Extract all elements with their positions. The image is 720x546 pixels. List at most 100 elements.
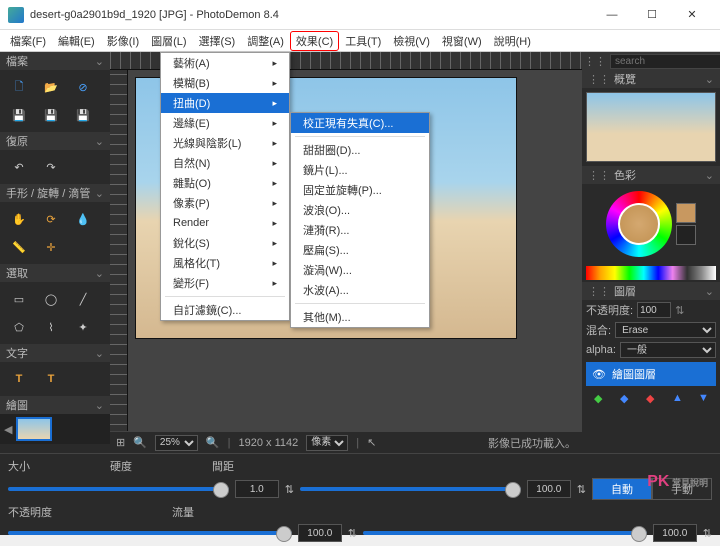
open-icon[interactable]: 📂 [36,74,66,100]
eyedropper-icon[interactable]: 💧 [68,206,98,232]
close-file-icon[interactable]: ⊘ [68,74,98,100]
new-icon[interactable]: 🗋 [4,74,34,100]
undo-icon[interactable]: ↶ [4,154,34,180]
menu-8[interactable]: 檢視(V) [387,31,436,51]
size-slider[interactable] [8,487,229,491]
panel-file[interactable]: 檔案⌄ [0,52,110,70]
effects-item[interactable]: 像素(P)▸ [161,193,289,213]
effects-item[interactable]: 光線與陰影(L)▸ [161,133,289,153]
layer-up-icon[interactable]: ▲ [672,392,690,410]
color-palette[interactable] [586,266,716,280]
wand-icon[interactable]: ✦ [68,314,98,340]
flow-slider[interactable] [363,531,647,535]
panel-draw[interactable]: 繪圖⌄ [0,396,110,414]
menu-4[interactable]: 選擇(S) [193,31,242,51]
fit-icon[interactable]: ⊞ [116,436,125,449]
lasso-icon[interactable]: ⌇ [36,314,66,340]
preview-thumbnail[interactable] [586,92,716,162]
unit-select[interactable]: 像素 [306,435,348,451]
menu-5[interactable]: 調整(A) [241,31,290,51]
minimize-button[interactable]: — [592,1,632,29]
opacity-input[interactable] [298,524,342,542]
distort-item[interactable]: 甜甜圈(D)... [291,140,429,160]
effects-item[interactable]: 邊緣(E)▸ [161,113,289,133]
distort-item[interactable]: 漩渦(W)... [291,260,429,280]
line-select-icon[interactable]: ╱ [68,286,98,312]
rect-select-icon[interactable]: ▭ [4,286,34,312]
color-wheel[interactable] [606,191,672,257]
panel-select[interactable]: 選取⌄ [0,264,110,282]
eye-icon[interactable]: 👁 [592,368,606,381]
hand-icon[interactable]: ✋ [4,206,34,232]
effects-item[interactable]: Render▸ [161,213,289,233]
effects-item[interactable]: 自訂濾鏡(C)... [161,300,289,320]
menu-9[interactable]: 視窗(W) [436,31,488,51]
distort-item[interactable]: 鏡片(L)... [291,160,429,180]
effects-item[interactable]: 扭曲(D)▸ [161,93,289,113]
effects-item[interactable]: 自然(N)▸ [161,153,289,173]
layer-item[interactable]: 👁繪圖圖層 [586,362,716,386]
measure-icon[interactable]: 📏 [4,234,34,260]
poly-select-icon[interactable]: ⬠ [4,314,34,340]
auto-tab[interactable]: 自動 [592,478,652,500]
image-thumbnail[interactable] [16,417,52,441]
distort-item[interactable]: 漣漪(R)... [291,220,429,240]
savecopy-icon[interactable]: 💾 [68,102,98,128]
opacity-slider[interactable] [8,531,292,535]
zoom-select[interactable]: 25% [155,435,198,451]
distort-item[interactable]: 壓扁(S)... [291,240,429,260]
text-adv-icon[interactable]: T [36,366,66,392]
text-icon[interactable]: T [4,366,34,392]
close-button[interactable]: ✕ [672,1,712,29]
hardness-slider[interactable] [300,487,521,491]
stepper-icon[interactable]: ⇅ [675,304,684,317]
distort-item[interactable]: 固定並旋轉(P)... [291,180,429,200]
saveas-icon[interactable]: 💾 [36,102,66,128]
distort-item[interactable]: 校正現有失真(C)... [291,113,429,133]
layer-down-icon[interactable]: ▼ [698,392,716,410]
rotate-icon[interactable]: ⟳ [36,206,66,232]
effects-item[interactable]: 風格化(T)▸ [161,253,289,273]
effects-item[interactable]: 模糊(B)▸ [161,73,289,93]
layer-add-icon[interactable]: ◆ [594,392,612,410]
effects-item[interactable]: 變形(F)▸ [161,273,289,293]
menu-7[interactable]: 工具(T) [339,31,387,51]
size-input[interactable] [235,480,279,498]
zoom-in-icon[interactable]: 🔍 [206,436,220,449]
ellipse-select-icon[interactable]: ◯ [36,286,66,312]
blend-select[interactable]: Erase [615,322,716,338]
save-icon[interactable]: 💾 [4,102,34,128]
panel-preview[interactable]: ⋮⋮概覽⌄ [582,70,720,88]
menu-1[interactable]: 編輯(E) [52,31,101,51]
hardness-input[interactable] [527,480,571,498]
panel-undo[interactable]: 復原⌄ [0,132,110,150]
menu-6[interactable]: 效果(C) [290,31,339,51]
stepper-icon[interactable]: ⇅ [285,483,294,496]
panel-text[interactable]: 文字⌄ [0,344,110,362]
menu-0[interactable]: 檔案(F) [4,31,52,51]
crosshair-icon[interactable]: ✛ [36,234,66,260]
alpha-select[interactable]: 一般 [620,342,716,358]
menu-3[interactable]: 圖層(L) [145,31,192,51]
fg-swatch[interactable] [676,203,696,223]
menu-10[interactable]: 說明(H) [488,31,537,51]
distort-item[interactable]: 水波(A)... [291,280,429,300]
stepper-icon[interactable]: ⇅ [577,483,586,496]
stepper-icon[interactable]: ⇅ [348,527,357,540]
prev-thumb-icon[interactable]: ◀ [4,423,12,436]
search-input[interactable] [610,54,720,69]
menu-2[interactable]: 影像(I) [101,31,145,51]
distort-item[interactable]: 波浪(O)... [291,200,429,220]
layer-del-icon[interactable]: ◆ [646,392,664,410]
flow-input[interactable] [653,524,697,542]
opacity-input[interactable] [637,302,671,318]
stepper-icon[interactable]: ⇅ [703,527,712,540]
layer-dup-icon[interactable]: ◆ [620,392,638,410]
maximize-button[interactable]: ☐ [632,1,672,29]
distort-item[interactable]: 其他(M)... [291,307,429,327]
panel-color[interactable]: ⋮⋮色彩⌄ [582,166,720,184]
zoom-out-icon[interactable]: 🔍 [133,436,147,449]
effects-item[interactable]: 雜點(O)▸ [161,173,289,193]
panel-hand[interactable]: 手形 / 旋轉 / 滴管⌄ [0,184,110,202]
effects-item[interactable]: 藝術(A)▸ [161,53,289,73]
